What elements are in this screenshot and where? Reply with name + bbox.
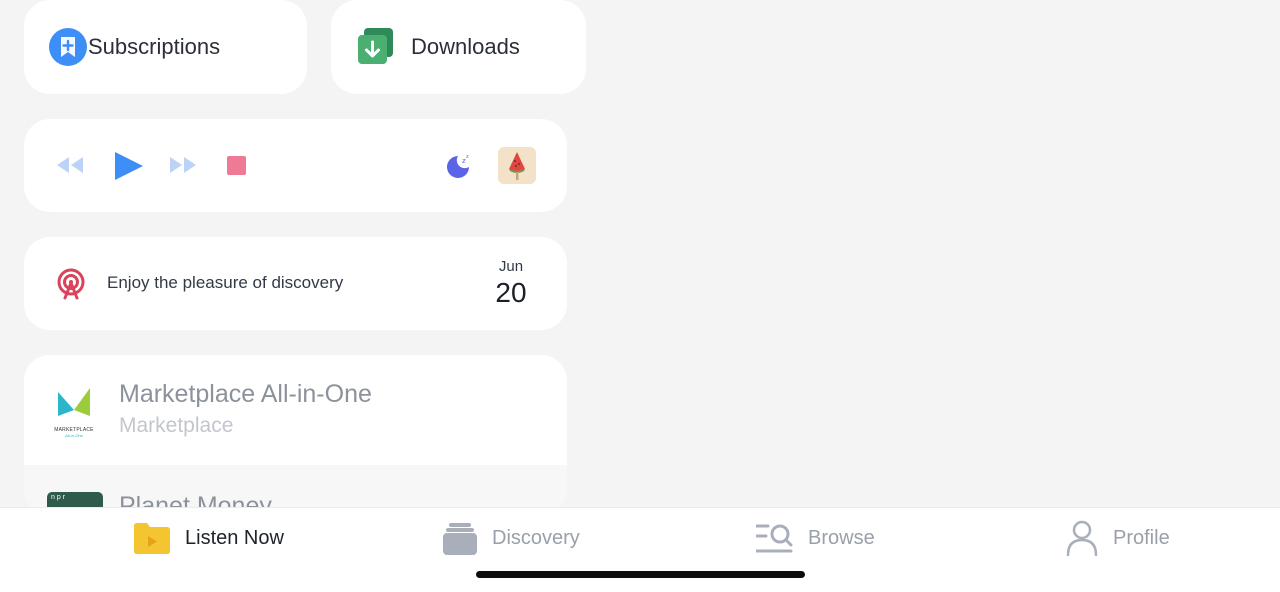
fast-forward-icon[interactable] — [168, 155, 198, 175]
tab-label: Listen Now — [185, 526, 284, 549]
discovery-text: Enjoy the pleasure of discovery — [107, 273, 344, 292]
sleep-timer-icon[interactable]: z z — [445, 152, 473, 180]
tab-profile[interactable]: Profile — [1066, 508, 1170, 568]
subscriptions-label: Subscriptions — [88, 34, 221, 59]
person-icon — [1066, 520, 1098, 556]
marketplace-logo — [58, 388, 90, 416]
home-indicator — [476, 571, 805, 578]
player-controls-card: z z — [24, 119, 567, 212]
tab-listen-now[interactable]: Listen Now — [134, 508, 284, 568]
tab-label: Profile — [1113, 526, 1170, 549]
podcast-artwork: MARKETPLACE All-in-One — [54, 386, 94, 438]
stop-icon[interactable] — [227, 156, 246, 175]
tab-bar: Listen Now Discovery Browse Profile — [0, 507, 1280, 592]
watermelon-popsicle-icon — [509, 152, 525, 180]
broadcast-icon — [57, 268, 85, 300]
podcast-title: Marketplace All-in-One — [119, 380, 372, 408]
tab-discovery[interactable]: Discovery — [443, 508, 580, 568]
podcast-author: Marketplace — [119, 414, 234, 437]
tab-browse[interactable]: Browse — [756, 508, 875, 568]
stack-icon — [443, 523, 477, 555]
date-day: 20 — [495, 277, 527, 308]
play-icon[interactable] — [113, 150, 145, 182]
subscriptions-icon — [49, 28, 87, 66]
artwork-subtext: All-in-One — [65, 433, 83, 438]
rewind-icon[interactable] — [55, 155, 85, 175]
podcast-list: MARKETPLACE All-in-One Marketplace All-i… — [24, 355, 567, 515]
svg-text:z: z — [466, 154, 469, 160]
tab-label: Browse — [808, 526, 875, 549]
tab-label: Discovery — [492, 526, 580, 549]
subscriptions-card[interactable]: Subscriptions — [24, 0, 307, 94]
folder-play-icon — [134, 523, 170, 554]
downloads-label: Downloads — [411, 34, 520, 59]
search-list-icon — [756, 524, 793, 553]
now-playing-artwork[interactable] — [498, 147, 536, 184]
downloads-icon — [358, 28, 393, 64]
downloads-card[interactable]: Downloads — [331, 0, 586, 94]
discovery-card[interactable]: Enjoy the pleasure of discovery Jun 20 — [24, 237, 567, 330]
list-item[interactable]: MARKETPLACE All-in-One Marketplace All-i… — [24, 355, 567, 465]
artwork-text: npr — [51, 494, 68, 501]
date-month: Jun — [498, 258, 524, 275]
